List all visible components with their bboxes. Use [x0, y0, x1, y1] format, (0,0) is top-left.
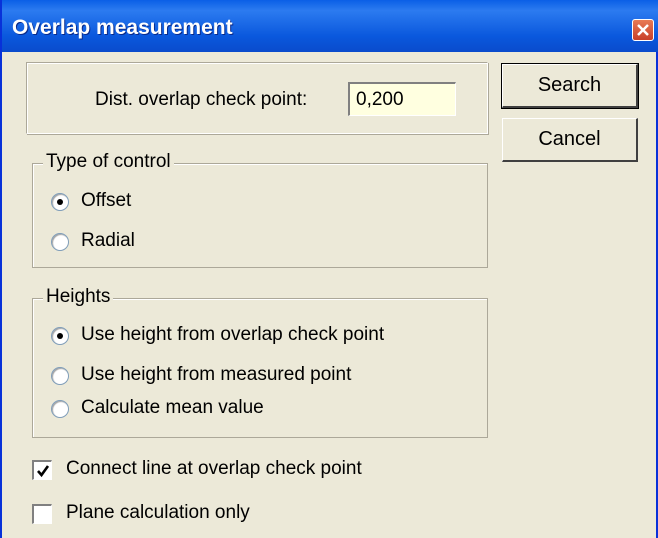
radio-use-height-measured-label: Use height from measured point	[81, 364, 352, 385]
radio-button[interactable]	[51, 233, 69, 251]
radio-use-height-overlap-label: Use height from overlap check point	[81, 324, 385, 345]
checkbox-plane-calculation-label: Plane calculation only	[66, 502, 250, 523]
radio-calculate-mean-label: Calculate mean value	[81, 397, 264, 418]
radio-selected-dot	[57, 333, 63, 339]
type-of-control-legend: Type of control	[43, 151, 174, 173]
heights-legend: Heights	[43, 286, 114, 308]
distance-label: Dist. overlap check point:	[95, 89, 308, 110]
search-button[interactable]: Search	[501, 63, 639, 109]
title-bar[interactable]: Overlap measurement	[2, 0, 658, 52]
window-title: Overlap measurement	[12, 16, 233, 39]
cancel-button[interactable]: Cancel	[502, 118, 638, 162]
radio-button[interactable]	[51, 400, 69, 418]
radio-offset-label: Offset	[81, 190, 132, 211]
distance-input[interactable]	[348, 82, 456, 116]
radio-selected-dot	[57, 199, 63, 205]
checkbox-connect-line-label: Connect line at overlap check point	[66, 458, 362, 479]
overlap-measurement-dialog: Overlap measurement Dist. overlap check …	[0, 0, 658, 538]
radio-button[interactable]	[51, 193, 69, 211]
heights-group: Heights Use height from overlap check po…	[32, 286, 488, 438]
checkbox[interactable]	[32, 504, 52, 524]
type-of-control-group: Type of control Offset Radial	[32, 151, 488, 268]
checkmark-icon	[37, 465, 50, 478]
close-button[interactable]	[632, 19, 654, 41]
radio-radial-label: Radial	[81, 230, 135, 251]
radio-button[interactable]	[51, 367, 69, 385]
checkbox[interactable]	[32, 460, 52, 480]
radio-button[interactable]	[51, 327, 69, 345]
